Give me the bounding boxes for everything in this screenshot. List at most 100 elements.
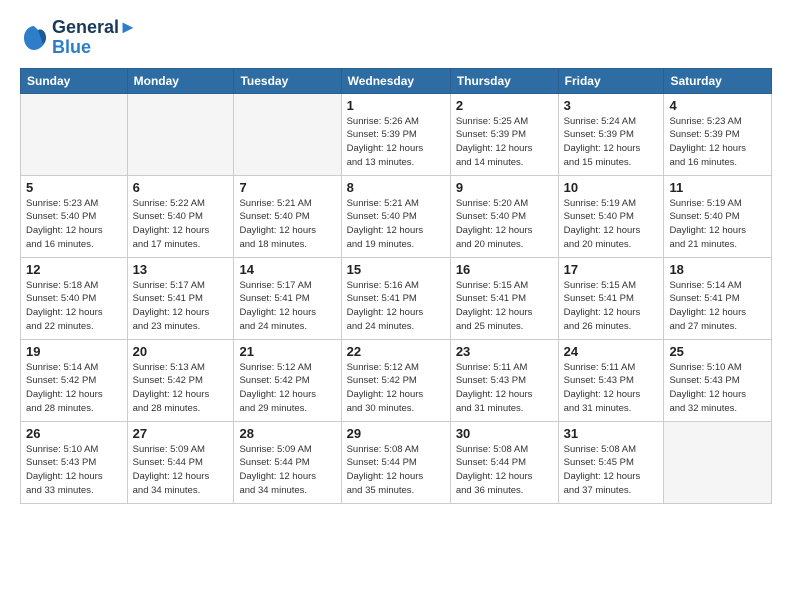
day-info: Sunrise: 5:20 AM Sunset: 5:40 PM Dayligh…: [456, 197, 553, 252]
calendar-cell: 25 Sunrise: 5:10 AM Sunset: 5:43 PM Dayli…: [664, 339, 772, 421]
calendar-cell: 1 Sunrise: 5:26 AM Sunset: 5:39 PM Daylig…: [341, 93, 450, 175]
calendar-table: SundayMondayTuesdayWednesdayThursdayFrid…: [20, 68, 772, 504]
day-number: 9: [456, 180, 553, 195]
day-info: Sunrise: 5:25 AM Sunset: 5:39 PM Dayligh…: [456, 115, 553, 170]
day-info: Sunrise: 5:19 AM Sunset: 5:40 PM Dayligh…: [564, 197, 659, 252]
day-number: 1: [347, 98, 445, 113]
calendar-cell: 17 Sunrise: 5:15 AM Sunset: 5:41 PM Dayli…: [558, 257, 664, 339]
day-number: 21: [239, 344, 335, 359]
day-info: Sunrise: 5:08 AM Sunset: 5:44 PM Dayligh…: [456, 443, 553, 498]
day-info: Sunrise: 5:21 AM Sunset: 5:40 PM Dayligh…: [347, 197, 445, 252]
day-number: 12: [26, 262, 122, 277]
calendar-cell: 3 Sunrise: 5:24 AM Sunset: 5:39 PM Daylig…: [558, 93, 664, 175]
day-number: 25: [669, 344, 766, 359]
day-number: 4: [669, 98, 766, 113]
day-info: Sunrise: 5:10 AM Sunset: 5:43 PM Dayligh…: [26, 443, 122, 498]
day-info: Sunrise: 5:23 AM Sunset: 5:40 PM Dayligh…: [26, 197, 122, 252]
week-row-2: 12 Sunrise: 5:18 AM Sunset: 5:40 PM Dayli…: [21, 257, 772, 339]
day-info: Sunrise: 5:18 AM Sunset: 5:40 PM Dayligh…: [26, 279, 122, 334]
day-info: Sunrise: 5:22 AM Sunset: 5:40 PM Dayligh…: [133, 197, 229, 252]
day-number: 17: [564, 262, 659, 277]
calendar-cell: [127, 93, 234, 175]
calendar-cell: 4 Sunrise: 5:23 AM Sunset: 5:39 PM Daylig…: [664, 93, 772, 175]
calendar-cell: 28 Sunrise: 5:09 AM Sunset: 5:44 PM Dayli…: [234, 421, 341, 503]
day-info: Sunrise: 5:12 AM Sunset: 5:42 PM Dayligh…: [347, 361, 445, 416]
day-number: 13: [133, 262, 229, 277]
day-info: Sunrise: 5:17 AM Sunset: 5:41 PM Dayligh…: [239, 279, 335, 334]
calendar-cell: 10 Sunrise: 5:19 AM Sunset: 5:40 PM Dayli…: [558, 175, 664, 257]
calendar-cell: 21 Sunrise: 5:12 AM Sunset: 5:42 PM Dayli…: [234, 339, 341, 421]
day-info: Sunrise: 5:26 AM Sunset: 5:39 PM Dayligh…: [347, 115, 445, 170]
weekday-wednesday: Wednesday: [341, 68, 450, 93]
weekday-sunday: Sunday: [21, 68, 128, 93]
day-number: 31: [564, 426, 659, 441]
day-info: Sunrise: 5:16 AM Sunset: 5:41 PM Dayligh…: [347, 279, 445, 334]
calendar-cell: 23Sunrise: 5:11 AM Sunset: 5:43 PM Dayli…: [450, 339, 558, 421]
logo: General► Blue: [20, 18, 137, 58]
day-number: 8: [347, 180, 445, 195]
calendar-cell: 31 Sunrise: 5:08 AM Sunset: 5:45 PM Dayli…: [558, 421, 664, 503]
week-row-4: 26 Sunrise: 5:10 AM Sunset: 5:43 PM Dayli…: [21, 421, 772, 503]
weekday-friday: Friday: [558, 68, 664, 93]
day-number: 6: [133, 180, 229, 195]
week-row-3: 19 Sunrise: 5:14 AM Sunset: 5:42 PM Dayli…: [21, 339, 772, 421]
day-number: 20: [133, 344, 229, 359]
day-number: 2: [456, 98, 553, 113]
calendar-cell: 29 Sunrise: 5:08 AM Sunset: 5:44 PM Dayli…: [341, 421, 450, 503]
calendar-cell: 11 Sunrise: 5:19 AM Sunset: 5:40 PM Dayli…: [664, 175, 772, 257]
calendar-cell: 22 Sunrise: 5:12 AM Sunset: 5:42 PM Dayli…: [341, 339, 450, 421]
day-number: 3: [564, 98, 659, 113]
day-info: Sunrise: 5:09 AM Sunset: 5:44 PM Dayligh…: [133, 443, 229, 498]
weekday-monday: Monday: [127, 68, 234, 93]
day-number: 26: [26, 426, 122, 441]
day-number: 27: [133, 426, 229, 441]
day-number: 5: [26, 180, 122, 195]
day-number: 18: [669, 262, 766, 277]
page-header: General► Blue: [20, 18, 772, 58]
day-number: 19: [26, 344, 122, 359]
day-info: Sunrise: 5:19 AM Sunset: 5:40 PM Dayligh…: [669, 197, 766, 252]
calendar-cell: 8 Sunrise: 5:21 AM Sunset: 5:40 PM Daylig…: [341, 175, 450, 257]
calendar-cell: 13 Sunrise: 5:17 AM Sunset: 5:41 PM Dayli…: [127, 257, 234, 339]
day-number: 24: [564, 344, 659, 359]
calendar-cell: 18 Sunrise: 5:14 AM Sunset: 5:41 PM Dayli…: [664, 257, 772, 339]
day-info: Sunrise: 5:09 AM Sunset: 5:44 PM Dayligh…: [239, 443, 335, 498]
calendar-cell: 16Sunrise: 5:15 AM Sunset: 5:41 PM Dayli…: [450, 257, 558, 339]
day-info: Sunrise: 5:11 AM Sunset: 5:43 PM Dayligh…: [564, 361, 659, 416]
day-info: Sunrise: 5:10 AM Sunset: 5:43 PM Dayligh…: [669, 361, 766, 416]
day-info: Sunrise: 5:23 AM Sunset: 5:39 PM Dayligh…: [669, 115, 766, 170]
day-info: Sunrise: 5:15 AM Sunset: 5:41 PM Dayligh…: [564, 279, 659, 334]
calendar-cell: [664, 421, 772, 503]
calendar-cell: 27 Sunrise: 5:09 AM Sunset: 5:44 PM Dayli…: [127, 421, 234, 503]
calendar-cell: 15Sunrise: 5:16 AM Sunset: 5:41 PM Dayli…: [341, 257, 450, 339]
calendar-cell: 19 Sunrise: 5:14 AM Sunset: 5:42 PM Dayli…: [21, 339, 128, 421]
day-number: 22: [347, 344, 445, 359]
calendar-cell: [234, 93, 341, 175]
day-number: 29: [347, 426, 445, 441]
day-number: 16: [456, 262, 553, 277]
day-info: Sunrise: 5:08 AM Sunset: 5:44 PM Dayligh…: [347, 443, 445, 498]
day-number: 10: [564, 180, 659, 195]
day-info: Sunrise: 5:13 AM Sunset: 5:42 PM Dayligh…: [133, 361, 229, 416]
calendar-cell: [21, 93, 128, 175]
day-info: Sunrise: 5:24 AM Sunset: 5:39 PM Dayligh…: [564, 115, 659, 170]
day-number: 11: [669, 180, 766, 195]
week-row-1: 5 Sunrise: 5:23 AM Sunset: 5:40 PM Daylig…: [21, 175, 772, 257]
logo-icon: [20, 24, 48, 52]
calendar-cell: 20 Sunrise: 5:13 AM Sunset: 5:42 PM Dayli…: [127, 339, 234, 421]
calendar-cell: 2 Sunrise: 5:25 AM Sunset: 5:39 PM Daylig…: [450, 93, 558, 175]
day-info: Sunrise: 5:11 AM Sunset: 5:43 PM Dayligh…: [456, 361, 553, 416]
calendar-cell: 30Sunrise: 5:08 AM Sunset: 5:44 PM Dayli…: [450, 421, 558, 503]
logo-text: General► Blue: [52, 18, 137, 58]
calendar-cell: 24 Sunrise: 5:11 AM Sunset: 5:43 PM Dayli…: [558, 339, 664, 421]
day-info: Sunrise: 5:14 AM Sunset: 5:41 PM Dayligh…: [669, 279, 766, 334]
day-number: 14: [239, 262, 335, 277]
calendar-cell: 26 Sunrise: 5:10 AM Sunset: 5:43 PM Dayli…: [21, 421, 128, 503]
calendar-cell: 9 Sunrise: 5:20 AM Sunset: 5:40 PM Daylig…: [450, 175, 558, 257]
day-info: Sunrise: 5:17 AM Sunset: 5:41 PM Dayligh…: [133, 279, 229, 334]
day-number: 28: [239, 426, 335, 441]
day-info: Sunrise: 5:12 AM Sunset: 5:42 PM Dayligh…: [239, 361, 335, 416]
week-row-0: 1 Sunrise: 5:26 AM Sunset: 5:39 PM Daylig…: [21, 93, 772, 175]
day-info: Sunrise: 5:08 AM Sunset: 5:45 PM Dayligh…: [564, 443, 659, 498]
day-info: Sunrise: 5:14 AM Sunset: 5:42 PM Dayligh…: [26, 361, 122, 416]
